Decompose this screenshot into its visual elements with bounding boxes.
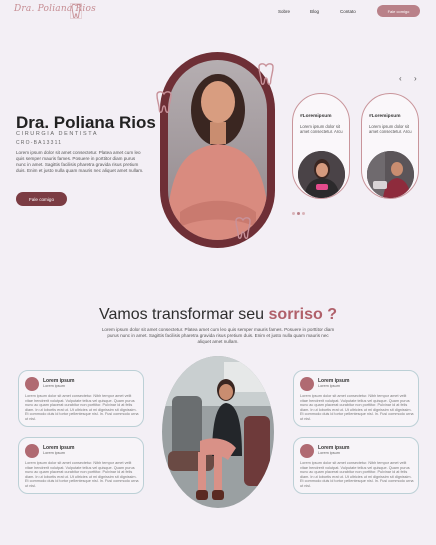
card-text: Lorem ipsum dolor sit amet consectetur. …: [369, 124, 412, 135]
card-title: #Loremipsum: [369, 114, 401, 119]
carousel-dots[interactable]: [292, 212, 305, 215]
feature-icon: [300, 377, 314, 391]
hero-cro: CRO-BA13311: [16, 140, 63, 146]
carousel-dot-active[interactable]: [297, 212, 300, 215]
tooth-outline-icon: [258, 63, 274, 85]
feature-card[interactable]: Lorem ipsum Lorem ipsum Lorem ipsum dolo…: [18, 370, 144, 427]
carousel-dot[interactable]: [302, 212, 305, 215]
carousel-dot[interactable]: [292, 212, 295, 215]
section-title-text: Vamos transformar seu: [98, 306, 269, 323]
tooth-outline-icon: [156, 91, 172, 113]
nav-blog[interactable]: Blog: [310, 9, 319, 14]
feature-card[interactable]: Lorem ipsum Lorem ipsum Lorem ipsum dolo…: [293, 437, 419, 494]
feature-text: Lorem ipsum dolor sit amet consectetur. …: [25, 461, 139, 488]
chevron-right-icon[interactable]: ›: [414, 74, 417, 83]
feature-card[interactable]: Lorem ipsum Lorem ipsum Lorem ipsum dolo…: [18, 437, 144, 494]
tooth-logo-icon: [70, 3, 82, 19]
chevron-left-icon[interactable]: ‹: [399, 74, 402, 83]
hero-description: Lorem ipsum dolor sit amet consectetur. …: [16, 150, 144, 173]
header-contact-button[interactable]: Fale comigo: [377, 5, 420, 17]
hero-title: Dra. Poliana Rios: [16, 113, 156, 132]
site-header: Dra. Poliana Rios Sobre Blog Contato Fal…: [0, 0, 436, 24]
hero-contact-button[interactable]: Fale comigo: [16, 192, 67, 206]
tooth-outline-icon: [235, 217, 251, 239]
section-title: Vamos transformar seu sorriso ?: [0, 306, 436, 324]
section-description: Lorem ipsum dolor sit amet consectetur. …: [101, 327, 335, 344]
feature-text: Lorem ipsum dolor sit amet consectetur. …: [300, 461, 414, 488]
card-title: #Loremipsum: [300, 114, 332, 119]
logo-text[interactable]: Dra. Poliana Rios: [14, 4, 96, 14]
feature-subtitle: Lorem ipsum: [43, 451, 65, 455]
hero-subtitle: CIRURGIA DENTISTA: [16, 131, 99, 137]
card-image: [298, 151, 345, 198]
feature-card[interactable]: Lorem ipsum Lorem ipsum Lorem ipsum dolo…: [293, 370, 419, 427]
carousel-card[interactable]: #Loremipsum Lorem ipsum dolor sit amet c…: [292, 93, 350, 199]
feature-subtitle: Lorem ipsum: [318, 451, 340, 455]
nav-contato[interactable]: Contato: [340, 9, 356, 14]
card-image: [367, 151, 414, 198]
office-photo: [162, 356, 274, 508]
feature-icon: [25, 444, 39, 458]
card-text: Lorem ipsum dolor sit amet consectetur. …: [300, 124, 343, 135]
carousel-card[interactable]: #Loremipsum Lorem ipsum dolor sit amet c…: [361, 93, 419, 199]
feature-text: Lorem ipsum dolor sit amet consectetur. …: [25, 394, 139, 421]
feature-text: Lorem ipsum dolor sit amet consectetur. …: [300, 394, 414, 421]
landing-page: Dra. Poliana Rios Sobre Blog Contato Fal…: [0, 0, 436, 545]
section-title-accent: sorriso ?: [268, 306, 337, 323]
nav-sobre[interactable]: Sobre: [278, 9, 290, 14]
feature-subtitle: Lorem ipsum: [43, 384, 65, 388]
feature-icon: [25, 377, 39, 391]
feature-icon: [300, 444, 314, 458]
feature-subtitle: Lorem ipsum: [318, 384, 340, 388]
